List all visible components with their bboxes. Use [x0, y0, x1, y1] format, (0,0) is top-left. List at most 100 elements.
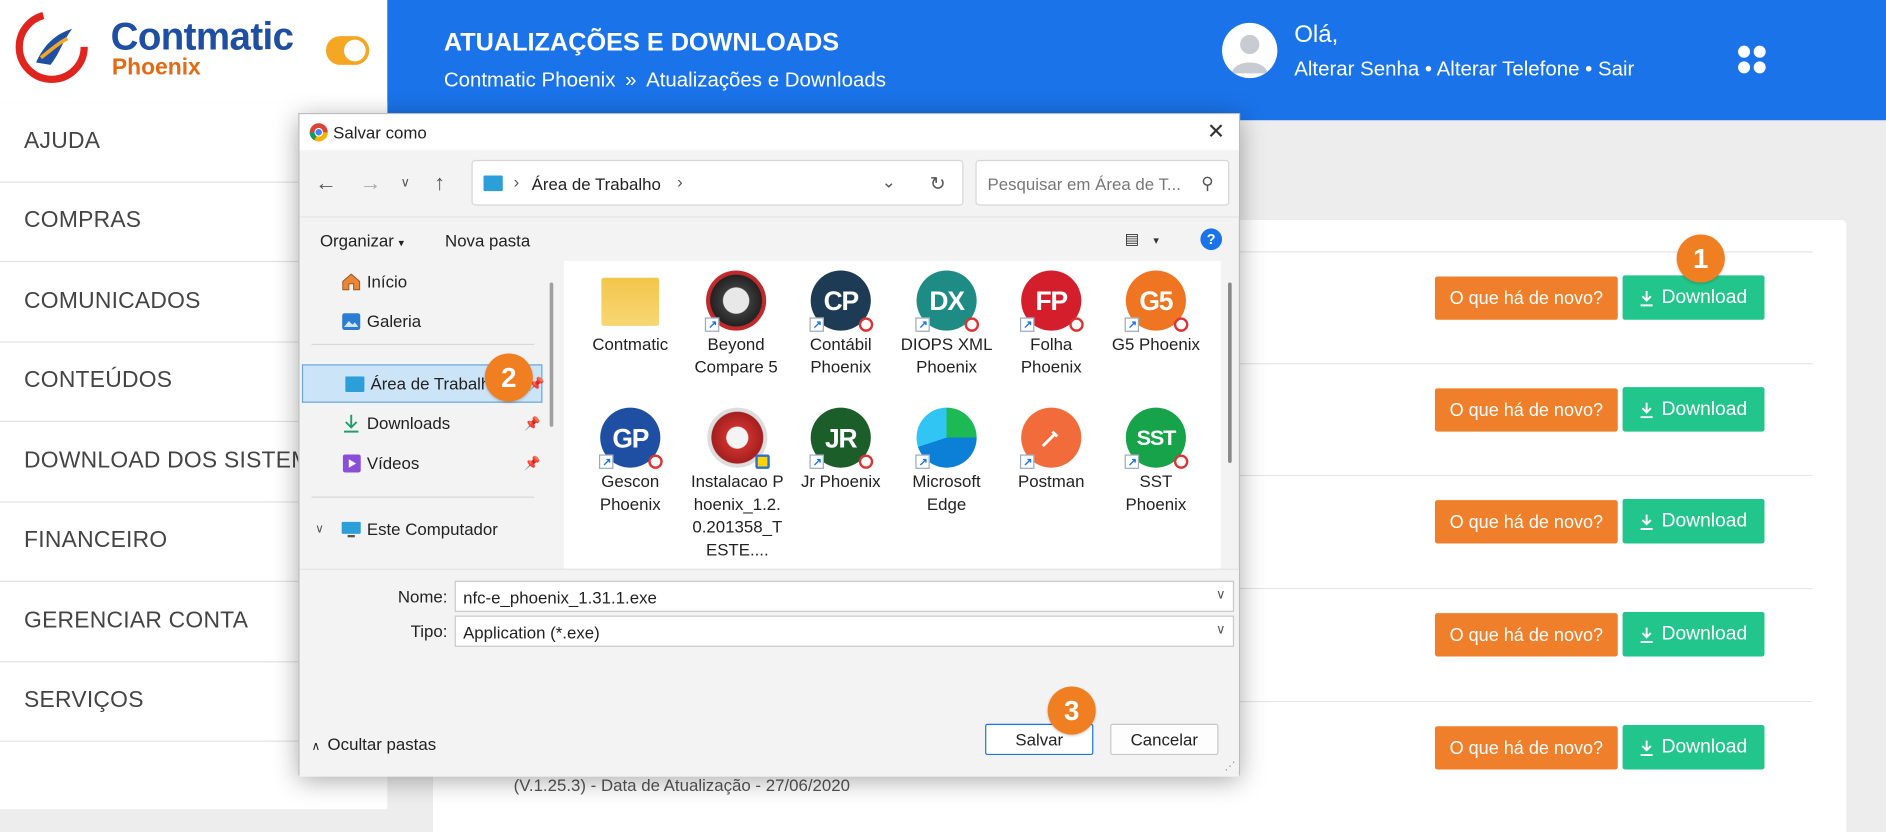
diops-xml-phoenix-icon: DX ↗ — [915, 270, 980, 332]
download-label: Download — [1661, 736, 1748, 757]
hide-folders-toggle[interactable]: ∧ Ocultar pastas — [312, 735, 437, 754]
whats-new-button[interactable]: O que há de novo? — [1434, 276, 1618, 320]
new-folder-button[interactable]: Nova pasta — [445, 231, 530, 250]
step-badge-3: 3 — [1047, 686, 1096, 735]
search-icon: ⚲ — [1201, 173, 1214, 193]
breadcrumb-home[interactable]: Contmatic Phoenix — [444, 69, 616, 92]
resize-grip-icon[interactable]: ⋰ — [1224, 760, 1235, 773]
nav-scrollbar[interactable] — [549, 282, 554, 427]
file-item[interactable]: ↗ Postman — [1003, 407, 1099, 493]
whats-new-button[interactable]: O que há de novo? — [1434, 613, 1618, 657]
file-type-select[interactable]: Application (*.exe) ∨ — [454, 615, 1235, 647]
organize-menu[interactable]: Organizar ▾ — [320, 231, 404, 250]
file-name: Folha Phoenix — [1020, 334, 1082, 377]
postman-glyph — [1041, 430, 1059, 448]
downloads-icon — [342, 414, 361, 433]
nav-item-videos[interactable]: Vídeos 📌 — [299, 445, 541, 481]
icon-abbr: FP — [1035, 285, 1069, 316]
dialog-titlebar: Salvar como ✕ — [299, 114, 1239, 151]
file-item[interactable]: Contmatic — [582, 271, 678, 356]
download-button[interactable]: Download — [1622, 498, 1765, 544]
computer-icon — [341, 519, 361, 538]
chevron-down-icon[interactable]: ⌄ — [882, 172, 896, 192]
help-icon[interactable]: ? — [1200, 228, 1223, 251]
files-scrollbar[interactable] — [1228, 282, 1232, 463]
whats-new-button[interactable]: O que há de novo? — [1434, 500, 1618, 544]
cancel-button[interactable]: Cancelar — [1110, 723, 1219, 756]
file-item[interactable]: CP ↗ Contábil Phoenix — [793, 270, 889, 379]
apps-grid-icon[interactable] — [1738, 45, 1767, 75]
whats-new-button[interactable]: O que há de novo? — [1434, 388, 1618, 432]
folha-phoenix-icon: FP ↗ — [1019, 270, 1084, 332]
file-item[interactable]: G5 ↗ G5 Phoenix — [1108, 270, 1204, 356]
file-name: DIOPS XML Phoenix — [900, 334, 993, 377]
shortcut-icon: ↗ — [1124, 317, 1140, 332]
file-item[interactable]: GP ↗ Gescon Phoenix — [582, 407, 678, 516]
postman-icon: ↗ — [1019, 407, 1082, 469]
account-links[interactable]: Alterar Senha • Alterar Telefone • Sair — [1294, 58, 1634, 82]
download-button[interactable]: Download — [1622, 275, 1765, 320]
recent-dropdown-icon[interactable]: ∨ — [401, 171, 411, 195]
refresh-icon[interactable]: ↻ — [930, 172, 946, 196]
file-name: Instalacao Phoenix_1.2.0.201358_TESTE...… — [690, 471, 784, 560]
avatar[interactable] — [1222, 22, 1278, 79]
chevron-down-icon[interactable]: ∨ — [1216, 587, 1226, 602]
gescon-phoenix-icon: GP ↗ — [598, 407, 663, 469]
dialog-title: Salvar como — [333, 122, 427, 142]
type-label: Tipo: — [410, 621, 448, 641]
address-bar[interactable]: › Área de Trabalho › ⌄ ↻ — [471, 159, 964, 206]
file-item[interactable]: ↗ Beyond Compare 5 — [688, 270, 784, 379]
back-arrow-icon[interactable]: ← — [315, 171, 337, 195]
nav-item-este-computador[interactable]: ∨ Este Computador — [299, 511, 540, 547]
divider — [311, 496, 535, 498]
pin-icon[interactable]: 📌 — [524, 415, 540, 431]
phoenix-overlay-icon — [648, 454, 663, 469]
search-input[interactable]: Pesquisar em Área de T... ⚲ — [975, 159, 1230, 206]
file-item[interactable]: JR ↗ Jr Phoenix — [793, 407, 889, 493]
breadcrumb-current: Atualizações e Downloads — [646, 68, 886, 92]
file-item[interactable]: Instalacao Phoenix_1.2.0.201358_TESTE...… — [688, 407, 787, 562]
file-name: Postman — [1018, 471, 1085, 491]
folder-icon — [601, 277, 660, 326]
phoenix-overlay-icon — [964, 317, 980, 332]
file-name-value: nfc-e_phoenix_1.31.1.exe — [463, 587, 657, 608]
download-button[interactable]: Download — [1622, 724, 1765, 770]
pin-icon[interactable]: 📌 — [524, 455, 540, 470]
file-item[interactable]: DX ↗ DIOPS XML Phoenix — [898, 270, 994, 379]
download-label: Download — [1661, 623, 1748, 644]
step-badge-1: 1 — [1676, 234, 1725, 283]
view-options-icon[interactable]: ▤ ▾ — [1125, 230, 1159, 249]
forward-arrow-icon[interactable]: → — [360, 171, 382, 195]
download-icon — [1641, 626, 1654, 643]
phoenix-logo-icon — [15, 10, 88, 83]
expand-chevron-icon[interactable]: ∨ — [315, 522, 324, 535]
navigation-pane: Início Galeria Área de Trabalho 📌 Downlo… — [299, 260, 545, 569]
file-fields: Nome: nfc-e_phoenix_1.31.1.exe ∨ Tipo: A… — [299, 568, 1239, 698]
address-chevron-icon[interactable]: › — [677, 172, 683, 191]
nav-item-inicio[interactable]: Início — [299, 263, 540, 299]
icon-abbr: CP — [823, 285, 860, 316]
nav-item-galeria[interactable]: Galeria — [299, 303, 540, 339]
chevron-down-icon[interactable]: ∨ — [1216, 622, 1226, 637]
header: ATUALIZAÇÕES E DOWNLOADS Contmatic Phoen… — [387, 0, 1886, 121]
download-button[interactable]: Download — [1622, 611, 1765, 657]
theme-toggle[interactable] — [325, 36, 370, 65]
shortcut-icon: ↗ — [704, 317, 720, 332]
search-placeholder: Pesquisar em Área de T... — [987, 174, 1181, 194]
up-arrow-icon[interactable]: ↑ — [434, 171, 445, 195]
nav-item-downloads[interactable]: Downloads 📌 — [299, 405, 541, 441]
beyond-compare-icon: ↗ — [704, 270, 767, 332]
file-item[interactable]: ↗ Microsoft Edge — [898, 407, 994, 516]
greeting: Olá, — [1294, 21, 1339, 49]
dialog-toolbar: Organizar ▾ Nova pasta ▤ ▾ ? — [299, 216, 1239, 259]
file-item[interactable]: FP ↗ Folha Phoenix — [1003, 270, 1099, 379]
whats-new-button[interactable]: O que há de novo? — [1434, 726, 1618, 770]
organize-label: Organizar — [319, 230, 394, 251]
file-item[interactable]: SST ↗ SST Phoenix — [1108, 407, 1204, 516]
download-button[interactable]: Download — [1622, 387, 1765, 432]
file-type-value: Application (*.exe) — [463, 622, 600, 643]
file-name-input[interactable]: nfc-e_phoenix_1.31.1.exe ∨ — [454, 580, 1235, 612]
shortcut-icon: ↗ — [1124, 454, 1140, 469]
close-icon[interactable]: ✕ — [1205, 120, 1227, 142]
breadcrumb-separator: » — [625, 68, 637, 92]
